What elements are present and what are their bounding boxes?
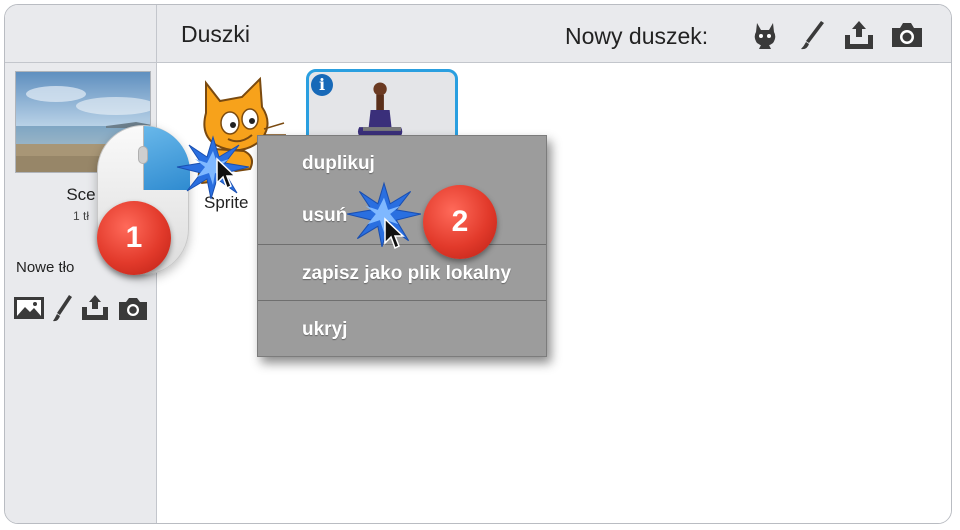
panel-title: Duszki xyxy=(181,21,251,47)
panel-header: Duszki Nowy duszek: xyxy=(5,5,951,63)
mouse-wheel xyxy=(138,146,148,164)
camera-icon[interactable] xyxy=(889,17,925,53)
mouse-pointer-icon xyxy=(384,217,405,250)
choose-backdrop-icon[interactable] xyxy=(13,293,45,323)
choose-sprite-from-library-icon[interactable] xyxy=(747,17,783,53)
menu-item-save-local[interactable]: zapisz jako plik lokalny xyxy=(258,246,546,302)
new-backdrop-label: Nowe tło xyxy=(16,259,75,276)
mouse-pointer-icon xyxy=(216,157,237,190)
paint-new-sprite-icon[interactable] xyxy=(793,17,829,53)
camera-backdrop-icon[interactable] xyxy=(117,293,149,323)
click-burst-icon xyxy=(176,135,250,200)
step-badge-1: 1 xyxy=(97,201,171,275)
paint-backdrop-icon[interactable] xyxy=(47,293,79,323)
step-badge-2: 2 xyxy=(423,185,497,259)
menu-item-hide[interactable]: ukryj xyxy=(258,302,546,358)
sprites-panel: Duszki Nowy duszek: Sce 1 tł Nowe tło Sp… xyxy=(4,4,952,524)
upload-backdrop-icon[interactable] xyxy=(79,293,111,323)
menu-separator xyxy=(258,300,546,301)
upload-sprite-icon[interactable] xyxy=(841,17,877,53)
new-sprite-label: Nowy duszek: xyxy=(565,23,709,49)
header-stage-cell xyxy=(5,5,157,63)
